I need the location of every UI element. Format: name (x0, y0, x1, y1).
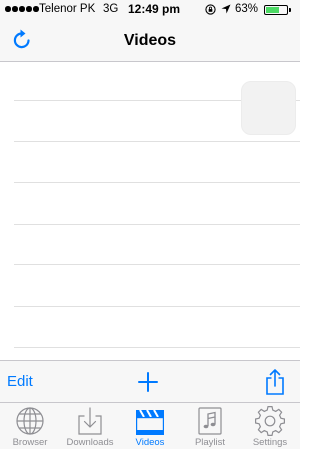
network-type: 3G (103, 3, 119, 15)
tab-label: Downloads (66, 437, 114, 448)
carrier-name: Telenor PK (39, 3, 96, 15)
share-icon[interactable] (265, 368, 285, 396)
globe-icon (16, 407, 44, 435)
tab-bar: Browser Downloads Videos Playlist Settin… (0, 402, 300, 449)
edit-button[interactable]: Edit (7, 373, 33, 390)
tab-playlist[interactable]: Playlist (180, 403, 240, 449)
gear-icon (255, 406, 285, 436)
rotation-lock-icon (205, 4, 216, 15)
battery-icon (264, 5, 288, 15)
tab-videos[interactable]: Videos (120, 403, 180, 449)
tab-downloads[interactable]: Downloads (60, 403, 120, 449)
list-row-separator (14, 264, 300, 265)
battery-percent: 63% (235, 3, 259, 15)
download-icon (78, 407, 102, 435)
tab-label: Browser (12, 437, 48, 448)
tab-label: Settings (252, 437, 288, 448)
status-time: 12:49 pm (128, 2, 181, 16)
list-row-separator (14, 182, 300, 183)
navigation-bar: Videos (0, 19, 300, 62)
music-note-icon (198, 407, 222, 435)
tab-settings[interactable]: Settings (240, 403, 300, 449)
page-title: Videos (123, 32, 177, 49)
battery-nub (289, 8, 291, 12)
list-row-separator (14, 141, 300, 142)
list-row-separator (14, 224, 300, 225)
bottom-toolbar: Edit (0, 360, 300, 402)
status-bar: Telenor PK 3G 12:49 pm 63% (0, 0, 300, 19)
list-row-separator (14, 306, 300, 307)
floating-placeholder (241, 81, 296, 135)
battery-fill (266, 7, 279, 13)
tab-label: Playlist (194, 437, 226, 448)
clapperboard-icon (136, 409, 164, 435)
list-row-separator (14, 347, 300, 348)
signal-strength-icon (5, 6, 39, 12)
tab-label: Videos (135, 437, 165, 448)
video-list[interactable] (0, 62, 300, 360)
tab-browser[interactable]: Browser (0, 403, 60, 449)
plus-icon[interactable] (137, 371, 159, 393)
location-arrow-icon (221, 4, 231, 14)
